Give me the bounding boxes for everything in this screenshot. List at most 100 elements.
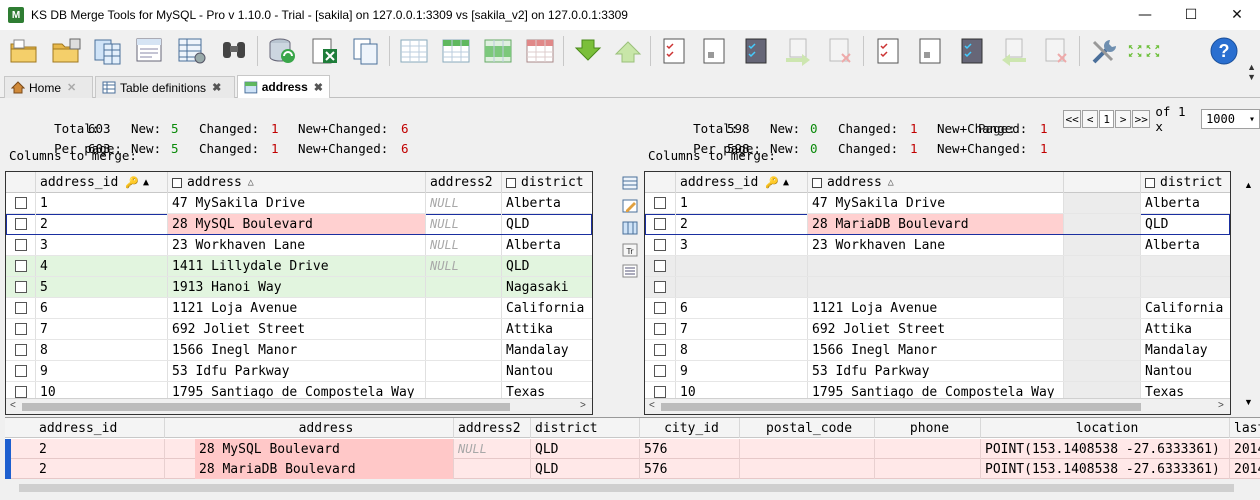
table-row[interactable]: 9 53 Idfu Parkway Nantou — [645, 361, 1230, 382]
diff-cell-phone[interactable] — [875, 439, 981, 459]
grid-green-header-icon[interactable] — [440, 36, 472, 66]
diff-cell-district[interactable]: QLD — [531, 439, 640, 459]
cell-district[interactable] — [1141, 277, 1230, 297]
col-address2[interactable]: address2 — [454, 418, 531, 438]
row-checkbox[interactable] — [6, 340, 36, 360]
cell-district[interactable]: California — [502, 298, 592, 318]
doc-right-icon[interactable] — [914, 36, 946, 66]
cell-address2[interactable] — [1064, 340, 1141, 360]
diff-cell-last-[interactable]: 2014-09 — [1230, 439, 1260, 459]
row-diff-grid[interactable]: address_id address address2 district city_id… — [5, 417, 1260, 479]
cell-address2[interactable]: NULL — [426, 214, 502, 234]
cell-id[interactable]: 4 — [36, 256, 168, 276]
move-down-icon[interactable] — [572, 36, 604, 66]
scroll-left-icon[interactable]: < — [649, 400, 655, 411]
table-row[interactable]: 3 23 Workhaven Lane NULL Alberta — [6, 235, 592, 256]
cell-district[interactable]: Attika — [502, 319, 592, 339]
doc-left-icon[interactable] — [698, 36, 730, 66]
grid-green-icon[interactable] — [482, 36, 514, 66]
cell-address[interactable] — [808, 256, 1064, 276]
cell-address[interactable]: 1121 Loja Avenue — [168, 298, 426, 318]
diff-cell-address2[interactable]: NULL — [454, 439, 531, 459]
cell-address[interactable]: 692 Joliet Street — [808, 319, 1064, 339]
delete-left-disabled-icon[interactable] — [1040, 36, 1072, 66]
diff-cell-address-id[interactable]: 2 — [35, 439, 165, 459]
table-row[interactable]: 6 1121 Loja Avenue California — [645, 298, 1230, 319]
row-checkbox[interactable] — [645, 340, 676, 360]
cell-address2[interactable] — [426, 277, 502, 297]
row-checkbox[interactable] — [6, 235, 36, 255]
cell-address[interactable]: 47 MySakila Drive — [168, 193, 426, 213]
row-checkbox[interactable] — [645, 277, 676, 297]
vertical-scrollbar[interactable]: ▲ ▼ — [1236, 172, 1260, 414]
cell-district[interactable]: Mandalay — [502, 340, 592, 360]
cell-address[interactable] — [808, 277, 1064, 297]
checkbox[interactable] — [14, 344, 27, 356]
col-district[interactable]: district — [531, 418, 640, 438]
minimize-button[interactable]: — — [1122, 0, 1168, 30]
col-phone[interactable]: phone — [875, 418, 981, 438]
table-row[interactable]: 2 28 MySQL Boulevard NULL QLD — [6, 214, 592, 235]
checkbox[interactable] — [14, 302, 27, 314]
cell-address2[interactable] — [1064, 319, 1141, 339]
help-icon[interactable]: ? — [1208, 36, 1240, 66]
row-checkbox[interactable] — [645, 256, 676, 276]
diff-cell-phone[interactable] — [875, 459, 981, 479]
cell-address[interactable]: 23 Workhaven Lane — [168, 235, 426, 255]
cell-id[interactable]: 6 — [676, 298, 808, 318]
tab-home[interactable]: Home ✕ — [4, 76, 93, 98]
cell-district[interactable]: Nantou — [502, 361, 592, 381]
scroll-thumb[interactable] — [661, 403, 1141, 411]
cell-district[interactable]: Nantou — [1141, 361, 1230, 381]
cell-address2[interactable]: NULL — [426, 256, 502, 276]
move-up-icon[interactable] — [612, 36, 644, 66]
table-row[interactable] — [645, 256, 1230, 277]
cell-district[interactable]: QLD — [502, 214, 592, 234]
grid-plain-icon[interactable] — [398, 36, 430, 66]
table-row[interactable]: 7 692 Joliet Street Attika — [645, 319, 1230, 340]
diff-cell-postal-code[interactable] — [740, 439, 875, 459]
cell-address[interactable]: 28 MySQL Boulevard — [168, 214, 426, 234]
table-row[interactable]: 1 47 MySakila Drive NULL Alberta — [6, 193, 592, 214]
table-row[interactable]: 6 1121 Loja Avenue California — [6, 298, 592, 319]
cell-district[interactable]: Alberta — [502, 235, 592, 255]
cell-address2[interactable] — [426, 340, 502, 360]
checkbox[interactable] — [654, 281, 666, 293]
doc-dark-right-icon[interactable] — [956, 36, 988, 66]
arrow-right-disabled-icon[interactable] — [782, 36, 814, 66]
doc-dark-left-icon[interactable] — [740, 36, 772, 66]
cell-id[interactable]: 9 — [36, 361, 168, 381]
list-icon[interactable] — [622, 264, 638, 278]
diff-row[interactable]: 2 28 MySQL Boulevard NULL QLD 576 POINT(153.1… — [5, 439, 1260, 459]
table-row[interactable]: 4 1411 Lillydale Drive NULL QLD — [6, 256, 592, 277]
row-checkbox[interactable] — [645, 319, 676, 339]
checkbox[interactable] — [14, 281, 27, 293]
diff-cell-location[interactable]: POINT(153.1408538 -27.6333361) — [981, 459, 1230, 479]
cell-id[interactable]: 7 — [676, 319, 808, 339]
checklist-left-icon[interactable] — [658, 36, 690, 66]
column-checkbox[interactable] — [1145, 177, 1155, 188]
maximize-button[interactable]: ☐ — [1168, 0, 1214, 30]
scroll-thumb[interactable] — [19, 484, 1234, 492]
cell-id[interactable]: 3 — [36, 235, 168, 255]
column-checkbox[interactable] — [812, 177, 822, 188]
row-checkbox[interactable] — [6, 193, 36, 213]
col-address-id[interactable]: address_id 🔑 ▲ — [676, 172, 808, 193]
col-district[interactable]: district — [502, 172, 592, 193]
cell-id[interactable]: 8 — [36, 340, 168, 360]
left-grid[interactable]: address_id 🔑 ▲ address △ address2 district … — [5, 171, 593, 415]
cell-id[interactable]: 6 — [36, 298, 168, 318]
checkbox[interactable] — [654, 344, 666, 356]
cell-district[interactable]: Alberta — [1141, 235, 1230, 255]
copy-docs-icon[interactable] — [350, 36, 382, 66]
checkbox[interactable] — [654, 323, 666, 335]
checklist-right-icon[interactable] — [872, 36, 904, 66]
diff-cell-city-id[interactable]: 576 — [640, 459, 740, 479]
table-row[interactable]: 5 1913 Hanoi Way Nagasaki — [6, 277, 592, 298]
refresh-db-icon[interactable] — [266, 36, 298, 66]
col-city-id[interactable]: city_id — [640, 418, 740, 438]
edit-pencil-icon[interactable] — [622, 199, 638, 213]
checkbox[interactable] — [654, 197, 666, 209]
table-row[interactable]: 8 1566 Inegl Manor Mandalay — [645, 340, 1230, 361]
row-checkbox[interactable] — [6, 298, 36, 318]
